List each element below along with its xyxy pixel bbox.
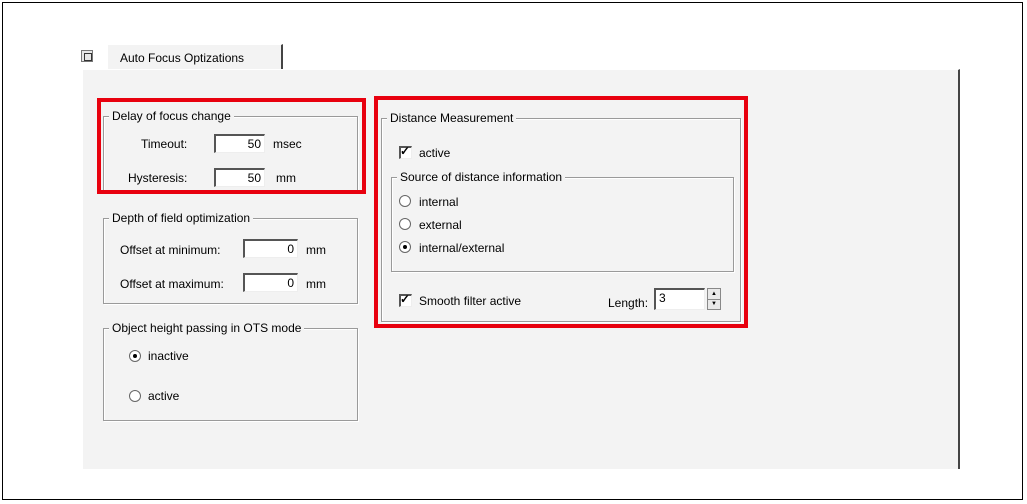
length-value: 3 [659, 291, 666, 305]
depth-legend: Depth of field optimization [109, 211, 254, 225]
hysteresis-unit: mm [276, 171, 296, 185]
offset-max-unit: mm [306, 277, 326, 291]
offset-min-label: Offset at minimum: [120, 243, 221, 257]
ots-group: Object height passing in OTS mode [103, 321, 358, 421]
source-internal-label[interactable]: internal [419, 195, 458, 209]
source-internal-radio[interactable] [399, 195, 411, 207]
timeout-value: 50 [247, 137, 261, 151]
offset-min-unit: mm [306, 243, 326, 257]
ots-inactive-label[interactable]: inactive [148, 349, 189, 363]
hysteresis-label: Hysteresis: [128, 171, 188, 185]
hysteresis-input[interactable]: 50 [214, 168, 265, 187]
depth-group: Depth of field optimization [103, 211, 358, 304]
source-external-label[interactable]: external [419, 218, 462, 232]
length-input[interactable]: 3 [654, 288, 705, 310]
tab-label: Auto Focus Optizations [120, 51, 245, 65]
distance-active-checkbox[interactable] [399, 144, 412, 159]
tab-auto-focus-optizations[interactable]: Auto Focus Optizations [107, 44, 283, 69]
length-label: Length: [608, 296, 649, 310]
timeout-label: Timeout: [141, 137, 188, 151]
offset-min-value: 0 [287, 242, 294, 256]
source-external-radio[interactable] [399, 218, 411, 230]
source-internal-external-label[interactable]: internal/external [419, 241, 504, 255]
spin-down-icon[interactable]: ▼ [708, 299, 720, 309]
source-internal-external-radio[interactable] [399, 241, 411, 253]
delay-legend: Delay of focus change [109, 109, 234, 123]
offset-min-input[interactable]: 0 [243, 239, 298, 258]
source-legend: Source of distance information [397, 170, 566, 184]
ots-legend: Object height passing in OTS mode [109, 321, 305, 335]
length-spinner[interactable]: ▲ ▼ [707, 288, 721, 310]
smooth-filter-label[interactable]: Smooth filter active [419, 294, 521, 308]
offset-max-value: 0 [287, 276, 294, 290]
hysteresis-value: 50 [247, 171, 261, 185]
ots-active-radio[interactable] [129, 390, 141, 402]
offset-max-input[interactable]: 0 [243, 273, 298, 292]
ots-active-label[interactable]: active [148, 389, 179, 403]
timeout-input[interactable]: 50 [214, 134, 265, 153]
tab-options-icon[interactable] [81, 50, 93, 62]
distance-legend: Distance Measurement [387, 111, 517, 125]
timeout-unit: msec [273, 137, 302, 151]
offset-max-label: Offset at maximum: [120, 277, 224, 291]
smooth-filter-checkbox[interactable] [399, 292, 412, 307]
ots-inactive-radio[interactable] [129, 350, 141, 362]
distance-active-label[interactable]: active [419, 146, 450, 160]
